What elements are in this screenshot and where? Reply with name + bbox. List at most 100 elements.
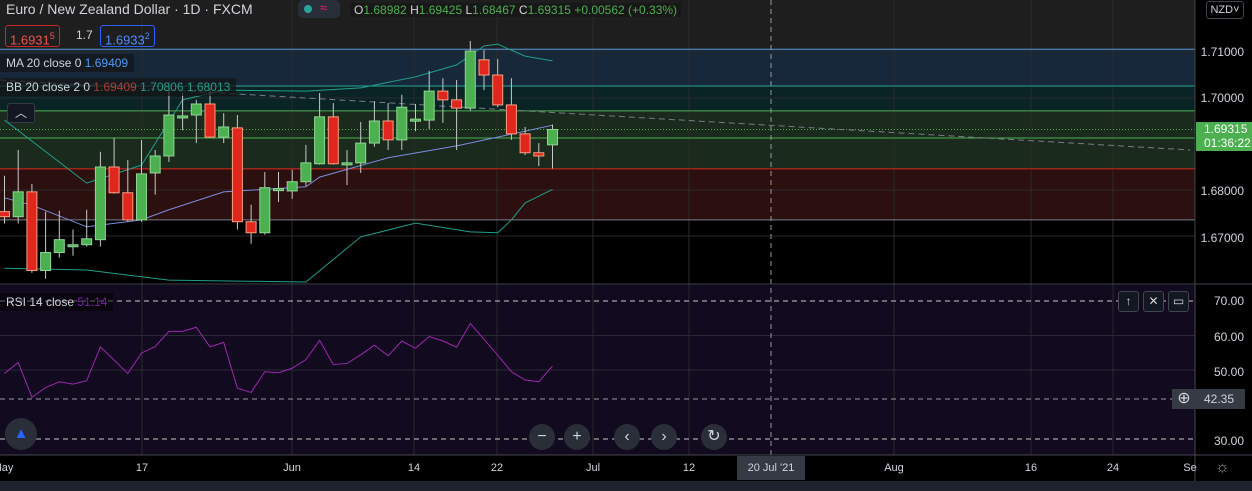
symbol-title[interactable]: Euro / New Zealand Dollar · 1D · FXCM xyxy=(6,1,253,17)
chevron-left-icon: ‹ xyxy=(624,428,630,445)
market-status-pill[interactable]: ≈ xyxy=(298,0,340,18)
buy-price-sup: 2 xyxy=(144,31,150,41)
candle-body xyxy=(464,50,476,109)
move-pane-up-button[interactable]: ↑ xyxy=(1118,291,1139,312)
zoom-out-button[interactable]: − xyxy=(529,424,555,450)
candle-body xyxy=(423,90,435,121)
minus-icon: − xyxy=(537,428,547,445)
time-tick: Jul xyxy=(585,462,601,474)
candle-body xyxy=(149,155,161,174)
high-label: H xyxy=(410,3,419,17)
time-tick: 24 xyxy=(1106,462,1120,474)
market-open-dot-icon xyxy=(304,5,312,13)
tradingview-logo-icon[interactable]: ▲ xyxy=(5,418,37,450)
sell-price: 1.6931 xyxy=(10,32,50,48)
rsi-tick: 30.00 xyxy=(1213,434,1244,448)
candle-body xyxy=(273,188,284,192)
bb-upper-value: 1.70806 xyxy=(140,80,184,94)
candle-body xyxy=(26,191,38,271)
price-zone xyxy=(0,110,1195,169)
scroll-right-button[interactable]: › xyxy=(651,424,677,450)
rsi-label: RSI 14 close xyxy=(6,295,75,309)
ma-legend[interactable]: MA 20 close 0 1.69409 xyxy=(0,54,135,72)
chevron-down-icon: ˅ xyxy=(1233,4,1240,16)
close-value: 1.69315 xyxy=(527,3,571,17)
candle-body xyxy=(94,166,106,241)
time-tick: 16 xyxy=(1024,462,1038,474)
candle-body xyxy=(204,103,216,138)
candle-body xyxy=(355,142,367,164)
candle-body xyxy=(451,99,463,109)
close-label: C xyxy=(518,3,528,17)
time-tick: 12 xyxy=(682,462,696,474)
time-tick: May xyxy=(0,462,14,474)
time-tick: Jun xyxy=(283,462,301,474)
maximize-pane-button[interactable]: ▭ xyxy=(1168,291,1189,312)
time-tick: 14 xyxy=(407,462,421,474)
currency-dropdown[interactable]: NZD˅ xyxy=(1206,1,1244,19)
bb-legend[interactable]: BB 20 close 2 0 1.69409 1.70806 1.68013 xyxy=(0,78,237,96)
settings-sun-icon[interactable]: ☼ xyxy=(1215,459,1230,477)
candle-body xyxy=(231,127,243,223)
candle-body xyxy=(368,120,380,144)
bb-label: BB 20 close 2 0 xyxy=(6,80,91,94)
buy-price: 1.6933 xyxy=(105,32,145,48)
price-chart[interactable] xyxy=(0,0,1252,491)
candle-body xyxy=(547,129,558,146)
price-tick: 1.67000 xyxy=(1200,231,1244,245)
time-tick: Aug xyxy=(884,462,904,474)
candle-body xyxy=(67,244,79,248)
sell-price-sup: 5 xyxy=(49,31,55,41)
price-tick: 1.68000 xyxy=(1200,184,1244,198)
chart-window: Euro / New Zealand Dollar · 1D · FXCM ≈ … xyxy=(0,0,1252,491)
bb-lower-value: 1.68013 xyxy=(186,80,231,94)
candle-body xyxy=(410,118,421,122)
rsi-legend[interactable]: RSI 14 close 51.14 xyxy=(0,293,114,311)
close-icon: ✕ xyxy=(1148,294,1159,308)
reset-chart-button[interactable]: ↻ xyxy=(701,424,727,450)
plus-circle-icon: ⊕ xyxy=(1177,390,1191,407)
zoom-in-button[interactable]: + xyxy=(564,424,590,450)
sell-button[interactable]: 1.69315 xyxy=(5,25,60,47)
collapse-legend-button[interactable]: ︿ xyxy=(7,103,35,123)
rsi-line xyxy=(4,322,553,399)
bar-countdown: 01:36:22 xyxy=(1204,136,1251,150)
candle-body xyxy=(396,106,408,141)
candle-body xyxy=(327,116,339,165)
reset-icon: ↻ xyxy=(707,428,721,445)
candle-body xyxy=(12,191,24,218)
candle-body xyxy=(286,181,298,192)
candle-body xyxy=(136,173,147,221)
candle-body xyxy=(245,221,257,234)
open-value: 1.68982 xyxy=(363,3,407,17)
bottom-bar xyxy=(0,481,1252,491)
price-tick: 1.71000 xyxy=(1200,45,1244,59)
time-tick: 22 xyxy=(490,462,504,474)
add-level-button[interactable]: ⊕ xyxy=(1172,389,1196,409)
candle-body xyxy=(190,103,202,116)
high-value: 1.69425 xyxy=(418,3,463,17)
candle-body xyxy=(163,114,175,157)
buy-button[interactable]: 1.69332 xyxy=(100,25,155,47)
bb-basis-value: 1.69409 xyxy=(93,80,137,94)
last-price: 1.69315 xyxy=(1204,122,1248,136)
candle-body xyxy=(122,192,134,221)
chevron-up-icon: ︿ xyxy=(14,106,27,120)
wave-icon: ≈ xyxy=(320,0,328,15)
arrow-up-icon: ↑ xyxy=(1125,294,1132,308)
low-value: 1.68467 xyxy=(472,3,516,17)
currency-label: NZD xyxy=(1210,4,1234,16)
time-tick: 17 xyxy=(135,462,149,474)
scroll-left-button[interactable]: ‹ xyxy=(614,424,640,450)
candle-body xyxy=(81,238,93,246)
candle-body xyxy=(259,187,271,234)
candle-body xyxy=(478,59,490,76)
candle-body xyxy=(382,120,394,141)
crosshair-value-label: 42.35 xyxy=(1196,389,1245,409)
rsi-value: 51.14 xyxy=(77,295,108,309)
candle-body xyxy=(519,133,531,154)
candle-body xyxy=(108,166,120,194)
close-pane-button[interactable]: ✕ xyxy=(1143,291,1164,312)
chevron-right-icon: › xyxy=(661,428,667,445)
open-label: O xyxy=(354,3,364,17)
